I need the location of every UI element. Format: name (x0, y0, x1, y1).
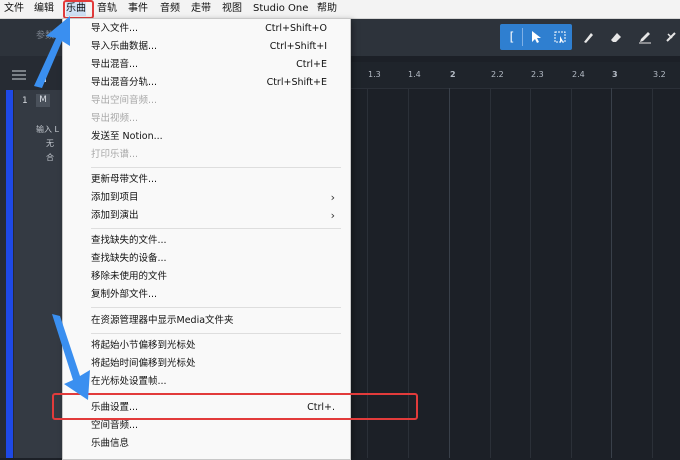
ruler-tick: 2.3 (531, 70, 544, 79)
menu-item-copy-external-files[interactable]: 复制外部文件... (91, 287, 341, 303)
ruler-tick: 2.4 (572, 70, 585, 79)
menu-item-offset-start-time[interactable]: 将起始时间偏移到光标处 (91, 356, 341, 372)
input-none[interactable]: 无 (46, 138, 54, 149)
menu-studio-one[interactable]: Studio One (253, 2, 308, 16)
menu-item-update-master-file[interactable]: 更新母带文件... (91, 172, 341, 188)
menu-item-print-score: 打印乐谱... (91, 149, 139, 160)
menu-item-export-mixdown[interactable]: 导出混音... Ctrl+E (91, 57, 341, 73)
callout-arrow-bottom-icon (52, 314, 90, 400)
grid-line (571, 88, 572, 458)
tool-separator (522, 28, 523, 46)
mute-button[interactable]: M (36, 94, 50, 107)
menu-separator (91, 333, 341, 334)
menu-file[interactable]: 文件 (4, 2, 24, 16)
menu-item-remove-unused-files[interactable]: 移除未使用的文件 (91, 269, 341, 285)
eraser-icon[interactable] (605, 26, 627, 48)
ruler-tick: 1.3 (368, 70, 381, 79)
menu-item-export-spatial-audio: 导出空间音频... (91, 95, 158, 106)
grid-line (652, 88, 653, 458)
mute-icon[interactable] (660, 26, 680, 48)
grid-line (530, 88, 531, 458)
list-view-icon[interactable] (12, 70, 26, 80)
ruler-tick: 2 (450, 70, 456, 79)
ruler-tick: 1.4 (408, 70, 421, 79)
track-color-strip (6, 90, 13, 458)
song-setup-highlight (52, 393, 418, 420)
grid-line (449, 88, 450, 458)
menu-item-import-song-data[interactable]: 导入乐曲数据... Ctrl+Shift+I (91, 39, 341, 55)
menu-bar: 文件 编辑 乐曲 音轨 事件 音频 走带 视图 Studio One 帮助 (0, 0, 680, 19)
menu-item-add-to-project[interactable]: 添加到项目 › (91, 190, 341, 206)
menu-separator (91, 228, 341, 229)
ruler-tick: 3 (612, 70, 618, 79)
ruler-tick: 2.2 (491, 70, 504, 79)
pencil-icon[interactable] (634, 26, 656, 48)
menu-item-send-to-notion[interactable]: 发送至 Notion... (91, 129, 341, 145)
menu-help[interactable]: 帮助 (317, 2, 337, 16)
menu-item-spatial-audio[interactable]: 空间音频... (91, 418, 341, 434)
range-select-icon[interactable] (548, 24, 572, 50)
menu-item-set-frame-at-cursor[interactable]: 在光标处设置帧... (91, 374, 341, 390)
menu-view[interactable]: 视图 (222, 2, 242, 16)
callout-arrow-top-icon (34, 16, 70, 88)
range-bracket-icon[interactable]: [ (500, 24, 524, 50)
menu-item-import-file[interactable]: 导入文件... Ctrl+Shift+O (91, 21, 341, 37)
menu-item-export-stems[interactable]: 导出混音分轨... Ctrl+Shift+E (91, 75, 341, 91)
menu-item-add-to-show[interactable]: 添加到演出 › (91, 208, 341, 224)
select-arrow-icon[interactable] (524, 24, 548, 50)
fit-label: 合 (46, 153, 54, 162)
menu-transport[interactable]: 走带 (191, 2, 211, 16)
menu-event[interactable]: 事件 (128, 2, 148, 16)
paint-icon[interactable] (577, 26, 599, 48)
menu-separator (91, 307, 341, 308)
ruler-tick: 3.2 (653, 70, 666, 79)
menu-item-export-video: 导出视频... (91, 113, 139, 124)
menu-separator (91, 167, 341, 168)
menu-track[interactable]: 音轨 (97, 2, 117, 16)
menu-audio[interactable]: 音频 (160, 2, 180, 16)
timeline-ruler[interactable] (350, 62, 680, 89)
menu-item-offset-start-bar[interactable]: 将起始小节偏移到光标处 (91, 338, 341, 354)
menu-item-show-media-folder[interactable]: 在资源管理器中显示Media文件夹 (91, 313, 341, 329)
submenu-arrow-icon: › (330, 209, 335, 222)
menu-item-find-missing-devices[interactable]: 查找缺失的设备... (91, 251, 341, 267)
submenu-arrow-icon: › (330, 191, 335, 204)
track-number: 1 (22, 96, 28, 106)
input-label: 输入 L (36, 125, 59, 134)
menu-item-song-info[interactable]: 乐曲信息 (91, 436, 341, 452)
grid-line (490, 88, 491, 458)
grid-line (611, 88, 612, 458)
menu-item-find-missing-files[interactable]: 查找缺失的文件... (91, 233, 341, 249)
tool-group: [ (500, 24, 572, 50)
